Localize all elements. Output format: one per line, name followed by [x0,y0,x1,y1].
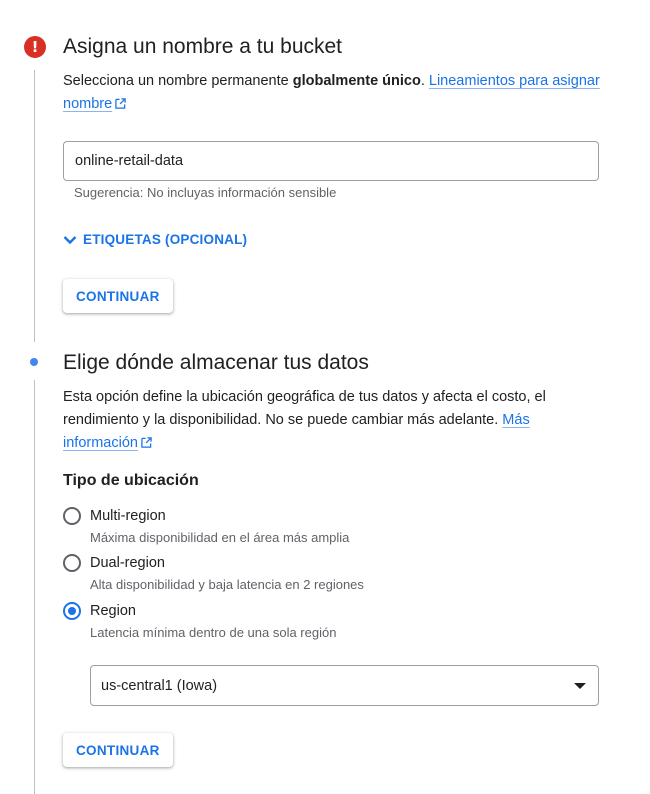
step1-connector-line [34,70,35,342]
step1-description: Selecciona un nombre permanente globalme… [63,70,608,116]
multi-region-desc: Máxima disponibilidad en el área más amp… [90,530,350,545]
bucket-name-field[interactable] [63,141,599,181]
step1-desc-prefix: Selecciona un nombre permanente [63,73,293,89]
step2-title: Elige dónde almacenar tus datos [63,351,369,374]
region-desc: Latencia mínima dentro de una sola regió… [90,625,337,640]
step1-desc-suffix: . [420,73,429,89]
location-option-dual-region[interactable]: Dual-region Alta disponibilidad y baja l… [63,553,364,595]
active-step-dot-icon [30,358,38,366]
step1-title: Asigna un nombre a tu bucket [63,35,343,58]
step2-continue-button[interactable]: CONTINUAR [63,733,173,767]
multi-region-label: Multi-region [90,508,166,524]
region-label: Region [90,603,136,619]
dual-region-radio[interactable] [63,554,81,572]
step2-connector-line [34,380,35,794]
step1-continue-button[interactable]: CONTINUAR [63,279,173,313]
step1-desc-bold: globalmente único [292,73,421,89]
labels-expand-toggle[interactable]: ETIQUETAS (OPCIONAL) [63,232,247,247]
location-option-multi-region[interactable]: Multi-region Máxima disponibilidad en el… [63,506,349,548]
dropdown-arrow-icon [574,682,586,689]
location-type-heading: Tipo de ubicación [63,472,199,489]
error-icon: ! [24,36,46,58]
bucket-name-input[interactable] [64,142,598,180]
step2-desc-text: Esta opción define la ubicación geográfi… [63,389,546,428]
dual-region-desc: Alta disponibilidad y baja latencia en 2… [90,577,364,592]
location-option-region[interactable]: Region Latencia mínima dentro de una sol… [63,601,336,643]
region-radio[interactable] [63,602,81,620]
chevron-down-icon [63,235,77,244]
external-link-icon [115,98,126,109]
region-select[interactable]: us-central1 (Iowa) [90,665,599,706]
labels-toggle-label: ETIQUETAS (OPCIONAL) [83,232,248,247]
region-select-value: us-central1 (Iowa) [101,677,218,694]
bucket-name-hint: Sugerencia: No incluyas información sens… [74,185,337,200]
multi-region-radio[interactable] [63,507,81,525]
step2-description: Esta opción define la ubicación geográfi… [63,386,608,455]
external-link-icon [141,437,152,448]
dual-region-label: Dual-region [90,555,165,571]
